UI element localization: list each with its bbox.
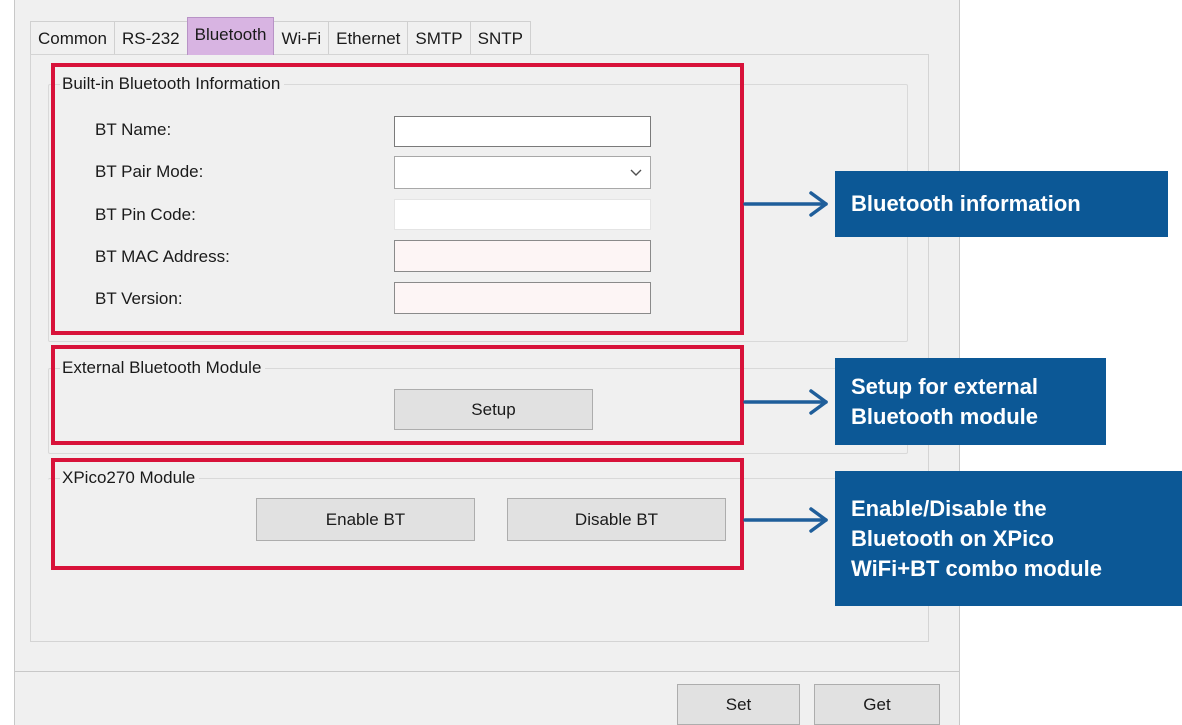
arrow-right-icon [743,507,828,533]
callout-bluetooth-information: Bluetooth information [835,171,1168,237]
tab-bluetooth[interactable]: Bluetooth [186,17,275,55]
arrow-right-icon [743,389,828,415]
callout-external-module: Setup for external Bluetooth module [835,358,1106,445]
arrow-right-icon [743,191,828,217]
callout-bluetooth-information-text: Bluetooth information [851,191,1081,216]
callout-xpico-module: Enable/Disable the Bluetooth on XPico Wi… [835,471,1182,606]
callout-external-module-text: Setup for external Bluetooth module [851,373,1039,429]
callout-xpico-module-text: Enable/Disable the Bluetooth on XPico Wi… [851,495,1102,581]
